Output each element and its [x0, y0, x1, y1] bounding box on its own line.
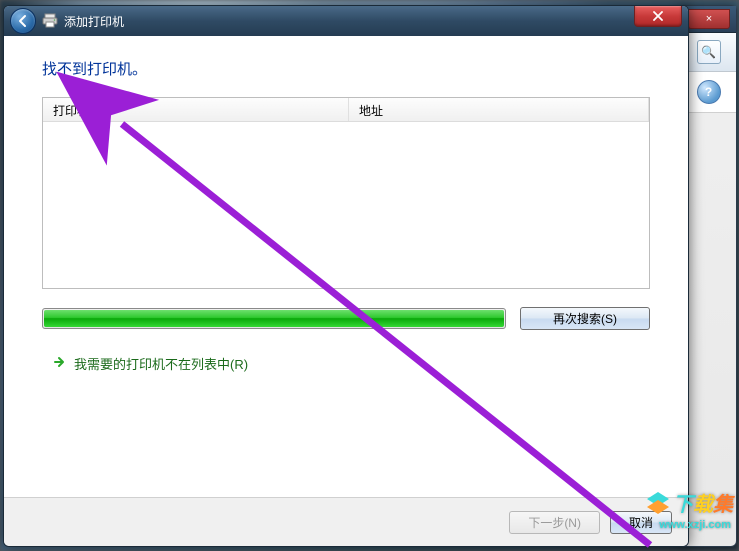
next-button: 下一步(N) — [509, 511, 600, 534]
page-heading: 找不到打印机。 — [42, 58, 650, 79]
add-printer-dialog: 添加打印机 找不到打印机。 打印机名称 地址 再次搜索(S) — [3, 5, 689, 547]
close-icon — [652, 11, 664, 21]
printer-not-listed-link[interactable]: 我需要的打印机不在列表中(R) — [42, 354, 650, 373]
not-listed-label: 我需要的打印机不在列表中(R) — [74, 354, 248, 373]
column-printer-name[interactable]: 打印机名称 — [43, 98, 349, 121]
close-icon: × — [706, 14, 712, 25]
titlebar: 添加打印机 — [4, 6, 688, 36]
back-button[interactable] — [10, 8, 36, 34]
dialog-footer: 下一步(N) 取消 — [4, 497, 688, 546]
bg-window-close-button[interactable]: × — [688, 9, 730, 29]
printer-icon — [42, 13, 58, 29]
printer-list[interactable]: 打印机名称 地址 — [42, 97, 650, 289]
help-icon[interactable]: ? — [697, 80, 721, 104]
arrow-right-icon — [52, 355, 66, 372]
magnifier-icon: 🔍 — [701, 45, 716, 59]
back-arrow-icon — [16, 14, 30, 28]
progress-fill — [44, 310, 504, 327]
dialog-title: 添加打印机 — [64, 13, 634, 30]
column-address[interactable]: 地址 — [349, 98, 649, 121]
search-icon-button[interactable]: 🔍 — [697, 40, 721, 64]
watermark-url: www.xzji.com — [659, 519, 731, 531]
close-button[interactable] — [634, 6, 682, 27]
search-progress — [42, 308, 506, 329]
dialog-content: 找不到打印机。 打印机名称 地址 再次搜索(S) 我需要的打 — [4, 36, 688, 497]
search-again-button[interactable]: 再次搜索(S) — [520, 307, 650, 330]
watermark-icon — [645, 490, 671, 516]
watermark: 下载集 — [645, 488, 733, 517]
list-header: 打印机名称 地址 — [43, 98, 649, 122]
